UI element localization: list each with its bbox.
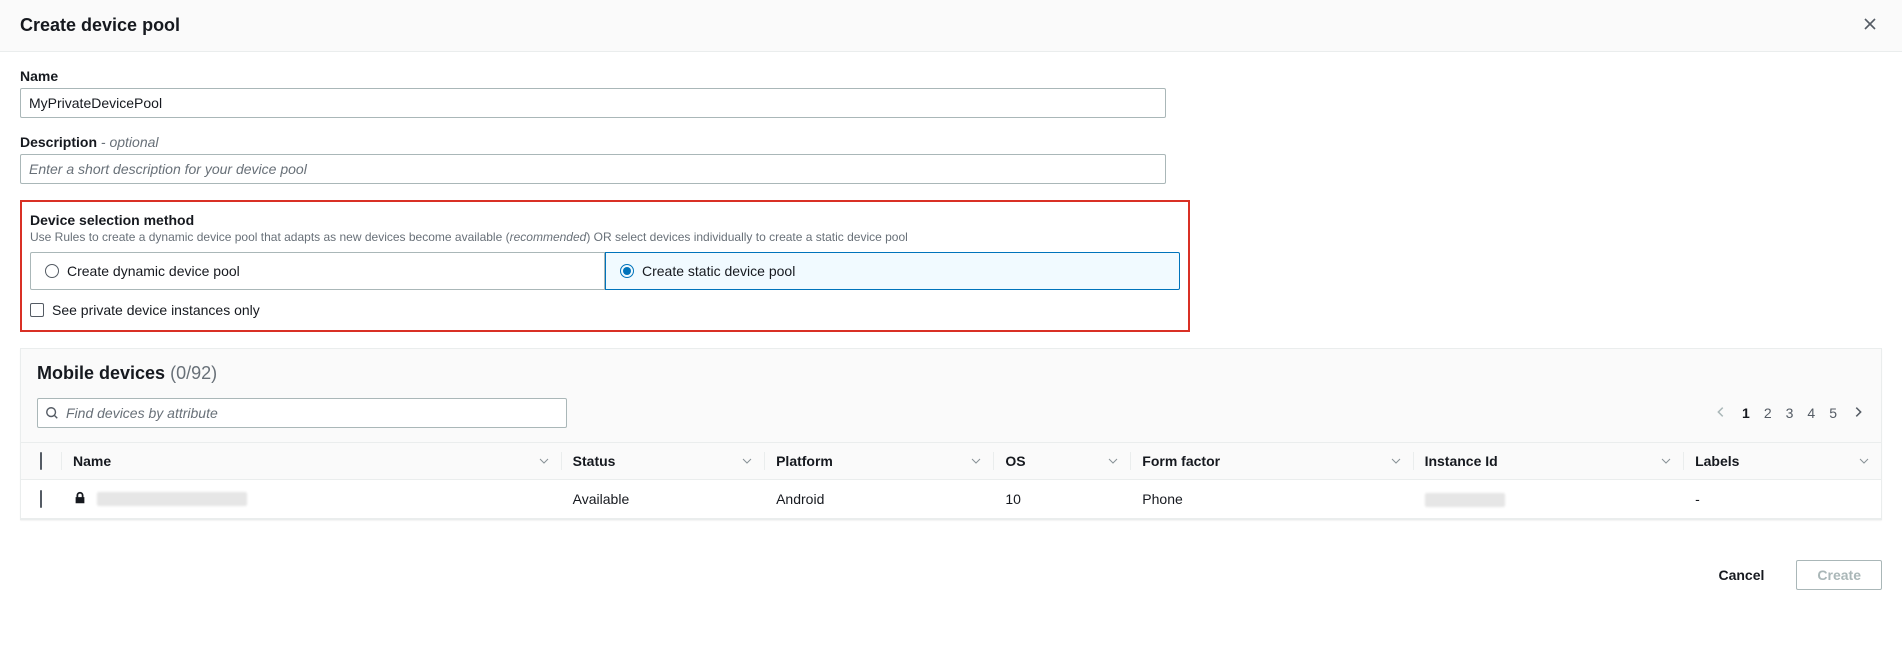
- radio-icon: [620, 264, 634, 278]
- close-icon: [1862, 20, 1878, 35]
- private-only-checkbox[interactable]: [30, 303, 44, 317]
- select-all-checkbox[interactable]: [40, 452, 42, 470]
- radio-dynamic-pool[interactable]: Create dynamic device pool: [30, 252, 605, 290]
- device-selection-highlight: Device selection method Use Rules to cre…: [20, 200, 1190, 332]
- device-selection-hint: Use Rules to create a dynamic device poo…: [30, 230, 1180, 244]
- page-title: Create device pool: [20, 15, 180, 36]
- description-input[interactable]: [20, 154, 1166, 184]
- sort-icon: [971, 453, 981, 469]
- page-4[interactable]: 4: [1807, 405, 1815, 421]
- table-row[interactable]: Available Android 10 Phone -: [21, 480, 1881, 519]
- row-checkbox[interactable]: [40, 490, 42, 508]
- page-prev[interactable]: [1714, 405, 1728, 422]
- col-name[interactable]: Name: [61, 443, 561, 480]
- row-labels: -: [1683, 480, 1881, 519]
- col-platform[interactable]: Platform: [764, 443, 993, 480]
- row-form-factor: Phone: [1130, 480, 1412, 519]
- page-5[interactable]: 5: [1829, 405, 1837, 421]
- description-label: Description - optional: [20, 134, 1882, 150]
- row-os: 10: [993, 480, 1130, 519]
- pagination: 1 2 3 4 5: [1714, 405, 1865, 422]
- table-count: (0/92): [170, 363, 217, 383]
- instance-id-redacted: [1425, 493, 1505, 507]
- col-status[interactable]: Status: [561, 443, 764, 480]
- page-1[interactable]: 1: [1742, 405, 1750, 421]
- table-title: Mobile devices (0/92): [37, 363, 217, 383]
- row-status: Available: [561, 480, 764, 519]
- name-label: Name: [20, 68, 1882, 84]
- close-button[interactable]: [1858, 12, 1882, 39]
- sort-icon: [1661, 453, 1671, 469]
- sort-icon: [1859, 453, 1869, 469]
- col-labels[interactable]: Labels: [1683, 443, 1881, 480]
- radio-dynamic-label: Create dynamic device pool: [67, 263, 240, 279]
- device-selection-label: Device selection method: [30, 212, 1180, 228]
- sort-icon: [1391, 453, 1401, 469]
- col-form-factor[interactable]: Form factor: [1130, 443, 1412, 480]
- sort-icon: [742, 453, 752, 469]
- radio-static-label: Create static device pool: [642, 263, 795, 279]
- private-only-label: See private device instances only: [52, 302, 260, 318]
- sort-icon: [539, 453, 549, 469]
- search-input[interactable]: [37, 398, 567, 428]
- page-next[interactable]: [1851, 405, 1865, 422]
- page-2[interactable]: 2: [1764, 405, 1772, 421]
- radio-static-pool[interactable]: Create static device pool: [605, 252, 1180, 290]
- sort-icon: [1108, 453, 1118, 469]
- row-platform: Android: [764, 480, 993, 519]
- lock-icon: [73, 491, 87, 508]
- device-name-redacted: [97, 492, 247, 506]
- create-button[interactable]: Create: [1796, 560, 1882, 590]
- name-input[interactable]: [20, 88, 1166, 118]
- radio-icon: [45, 264, 59, 278]
- col-instance-id[interactable]: Instance Id: [1413, 443, 1684, 480]
- page-3[interactable]: 3: [1786, 405, 1794, 421]
- col-os[interactable]: OS: [993, 443, 1130, 480]
- cancel-button[interactable]: Cancel: [1698, 560, 1784, 590]
